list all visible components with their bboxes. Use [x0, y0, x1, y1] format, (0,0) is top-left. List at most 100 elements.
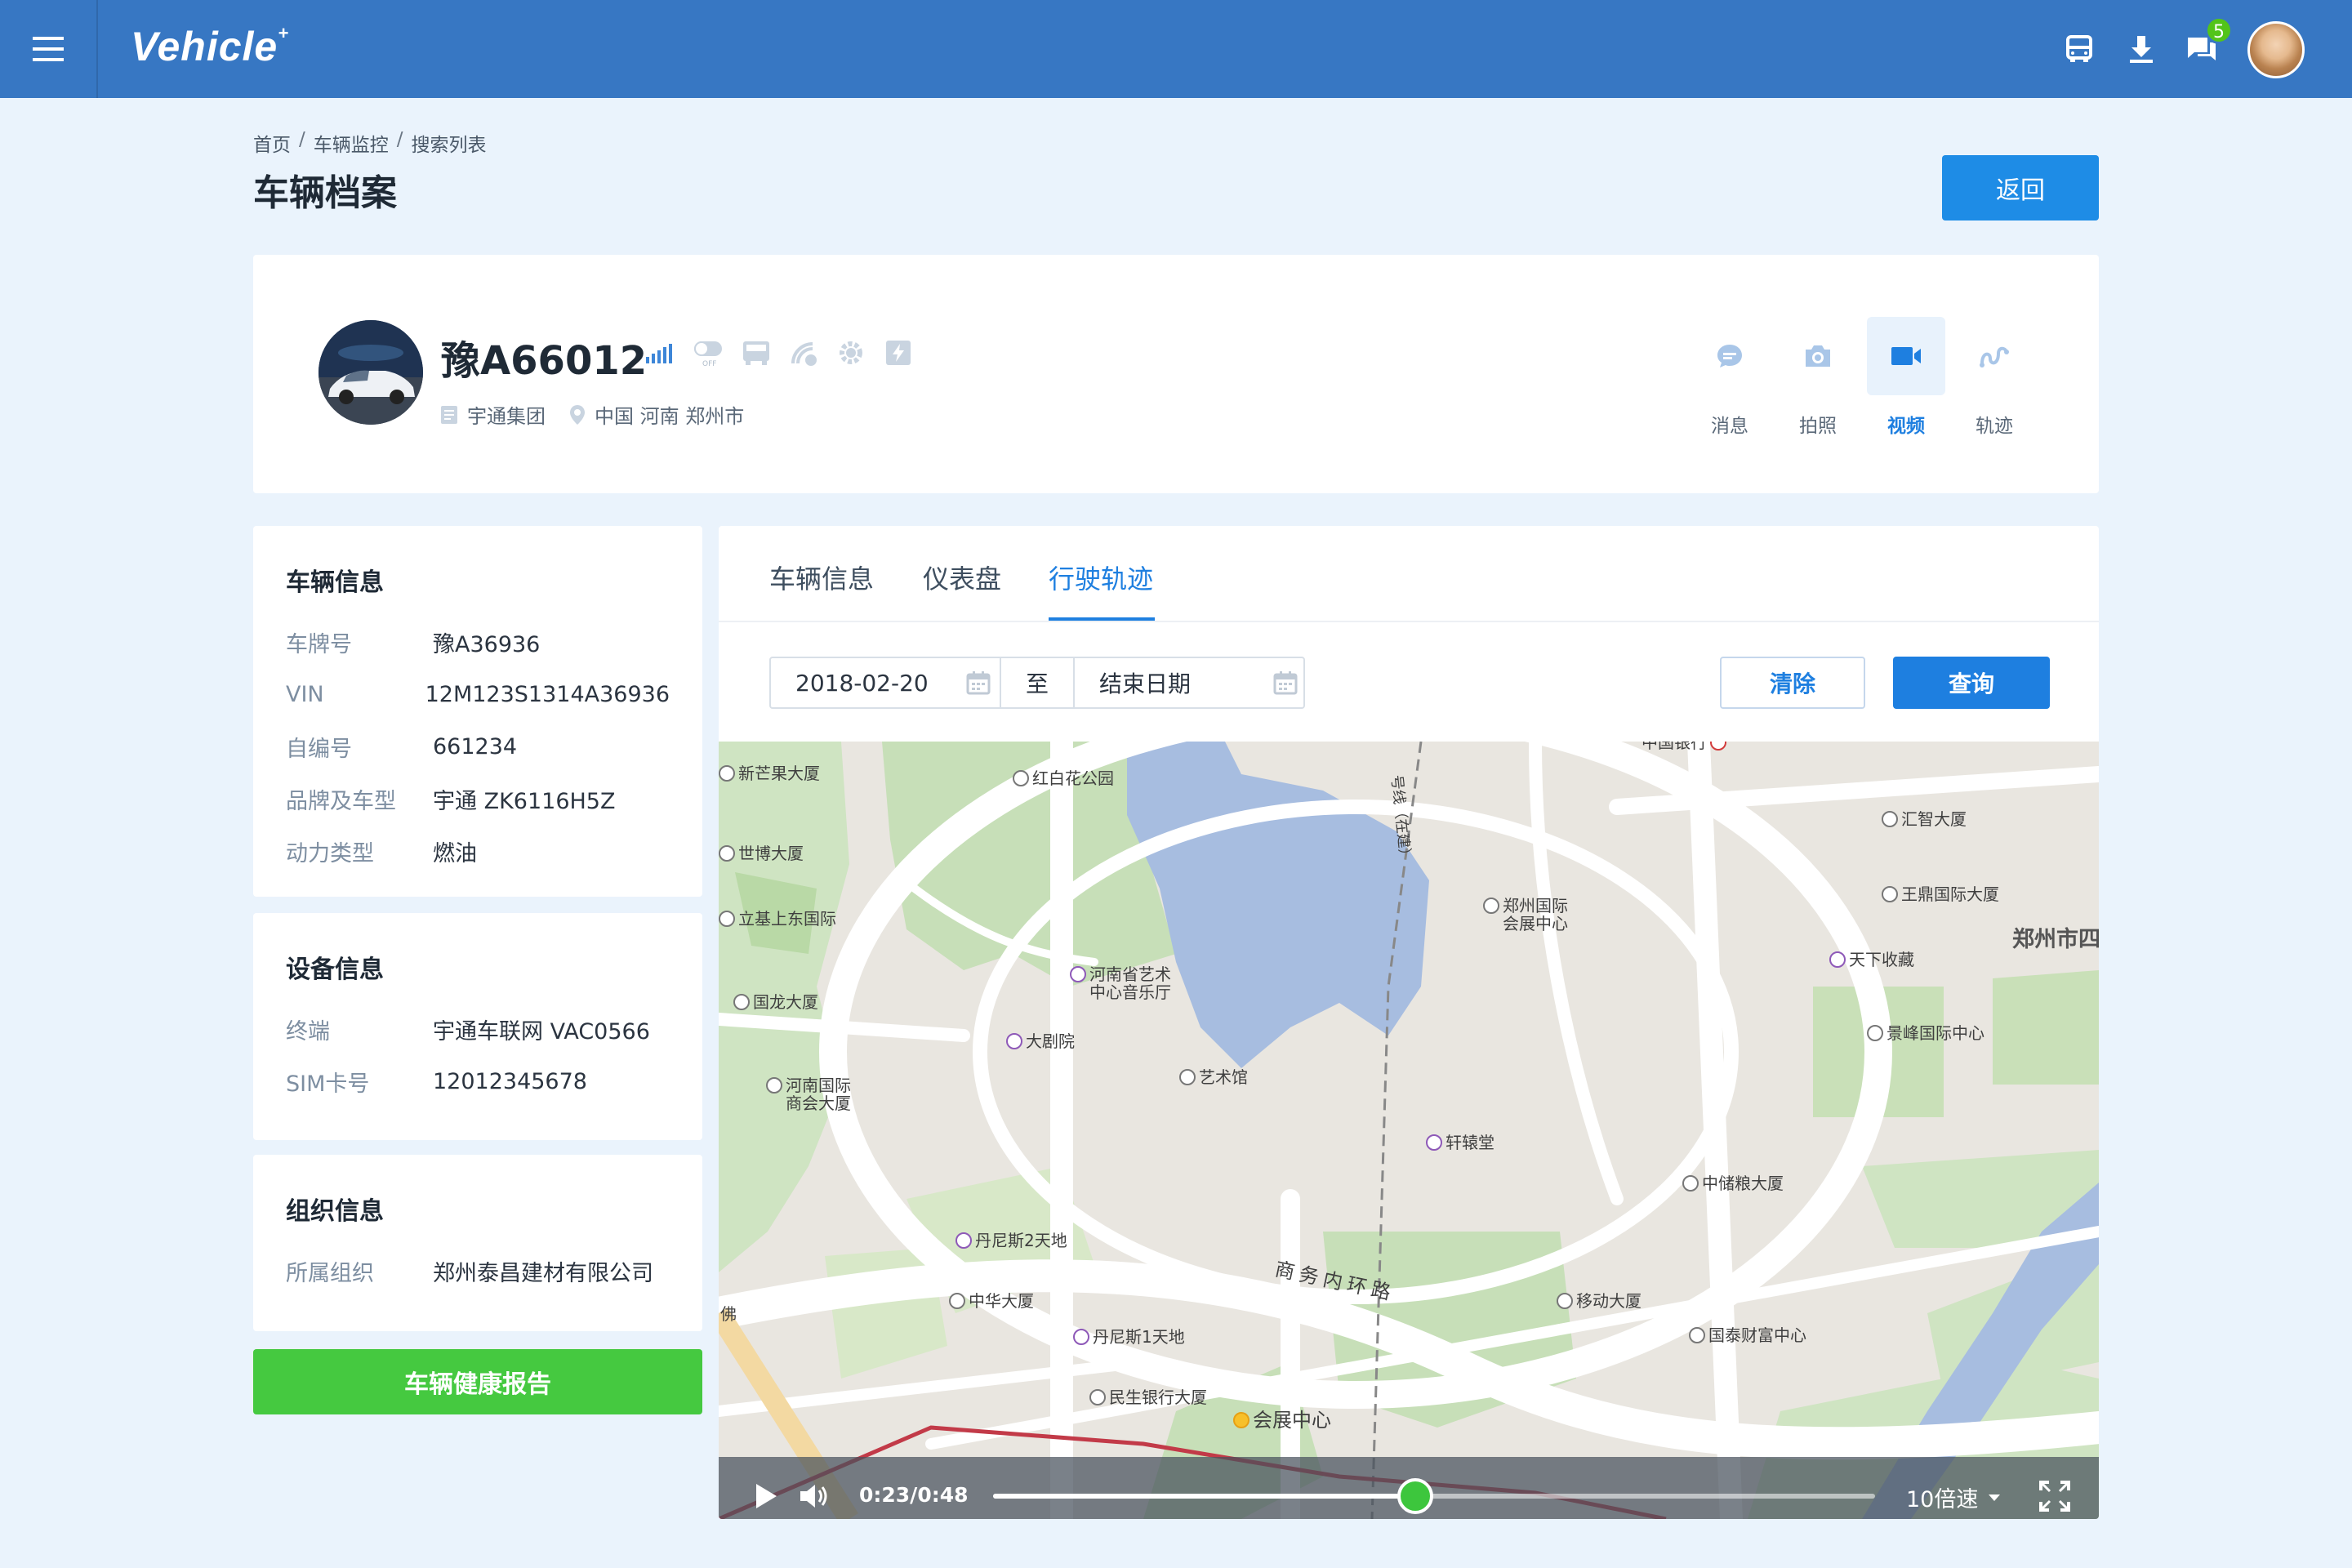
message-icon	[1717, 345, 1742, 368]
poi-label: 大剧院	[1026, 1031, 1075, 1051]
info-value: 燃油	[433, 840, 477, 866]
map-poi[interactable]: 立基上东国际	[719, 910, 836, 928]
tab-dashboard[interactable]: 仪表盘	[923, 559, 1001, 596]
map-poi[interactable]: 艺术馆	[1179, 1068, 1248, 1086]
map-poi[interactable]: 中国银行	[1642, 742, 1726, 751]
poi-icon	[1073, 1329, 1089, 1345]
vehicle-location: 中国 河南 郑州市	[595, 405, 745, 428]
vehicle-organization: 宇通集团	[467, 405, 546, 428]
video-action[interactable]: 视频	[1867, 317, 1945, 438]
poi-label: 郑州国际	[1503, 896, 1568, 915]
fullscreen-button[interactable]	[2035, 1477, 2074, 1516]
map-poi[interactable]: 丹尼斯2天地	[956, 1232, 1067, 1250]
vehicle-info-title: 车辆信息	[286, 568, 384, 597]
map-poi[interactable]: 郑州国际 会展中心	[1483, 897, 1568, 933]
map-poi[interactable]: 丹尼斯1天地	[1073, 1328, 1185, 1346]
info-row: 动力类型 燃油	[286, 825, 670, 877]
map-poi[interactable]: 汇智大厦	[1882, 810, 1967, 828]
metro-station[interactable]: 会展中心	[1233, 1409, 1331, 1432]
vehicle-meta: 宇通集团 中国 河南 郑州市	[439, 400, 744, 429]
vehicle-photo	[318, 320, 423, 425]
avatar[interactable]	[2247, 21, 2305, 78]
message-action[interactable]: 消息	[1690, 317, 1769, 438]
video-action-label: 视频	[1887, 416, 1925, 437]
trajectory-map[interactable]: 新芒果大厦 红白花公园 世博大厦 立基上东国际 郑州国际 会展中心 汇智大厦 王鼎…	[719, 742, 2099, 1519]
poi-icon	[1710, 742, 1726, 751]
info-value: 郑州泰昌建材有限公司	[433, 1260, 653, 1286]
progress-track[interactable]	[993, 1494, 1875, 1499]
poi-label: 国龙大厦	[753, 992, 818, 1012]
tab-vehicle-info[interactable]: 车辆信息	[769, 559, 874, 596]
map-poi[interactable]: 轩辕堂	[1426, 1134, 1494, 1152]
poi-label: 会展中心	[1253, 1409, 1331, 1432]
poi-icon	[733, 994, 750, 1010]
breadcrumb-vehicle-monitor[interactable]: 车辆监控	[314, 129, 389, 157]
trajectory-card: 车辆信息 仪表盘 行驶轨迹 2018-02-20 至 结束日期 清除 查询 新芒…	[719, 526, 2099, 1519]
map-poi[interactable]: 国泰财富中心	[1689, 1326, 1806, 1344]
video-player-controls: 0:23/0:48 10倍速	[719, 1457, 2099, 1519]
vehicle-info-panel: 车辆信息 车牌号 豫A36936 VIN 12M123S1314A36936 自编号…	[253, 526, 702, 897]
location-pin-icon	[570, 404, 585, 425]
poi-label: 红白花公园	[1032, 768, 1114, 788]
poi-label: 王鼎国际大厦	[1901, 884, 1999, 904]
map-poi[interactable]: 天下收藏	[1829, 951, 1914, 969]
poi-label: 郑州市四	[2012, 927, 2099, 952]
map-poi[interactable]: 大剧院	[1006, 1032, 1075, 1050]
info-row: VIN 12M123S1314A36936	[286, 668, 670, 720]
map-poi[interactable]: 国龙大厦	[733, 993, 818, 1011]
health-report-button[interactable]: 车辆健康报告	[253, 1349, 702, 1414]
progress-knob[interactable]	[1397, 1478, 1434, 1514]
map-poi[interactable]: 中华大厦	[949, 1292, 1034, 1310]
org-info-panel: 组织信息 所属组织 郑州泰昌建材有限公司	[253, 1155, 702, 1331]
back-button[interactable]: 返回	[1942, 155, 2099, 220]
map-poi[interactable]: 景峰国际中心	[1867, 1024, 1984, 1042]
breadcrumb-search-list[interactable]: 搜索列表	[412, 129, 487, 157]
poi-label: 轩辕堂	[1446, 1133, 1494, 1152]
volume-icon	[800, 1485, 827, 1508]
info-row: 所属组织 郑州泰昌建材有限公司	[286, 1245, 670, 1297]
menu-button[interactable]	[0, 0, 98, 98]
speed-selector[interactable]: 10倍速	[1906, 1481, 2001, 1513]
download-icon[interactable]	[2120, 28, 2163, 70]
clear-button[interactable]: 清除	[1720, 657, 1865, 709]
query-button[interactable]: 查询	[1893, 657, 2050, 709]
info-value: 豫A36936	[433, 631, 541, 657]
track-action[interactable]: 轨迹	[1955, 317, 2034, 438]
logo-mark: +	[278, 23, 290, 43]
map-poi[interactable]: 新芒果大厦	[719, 764, 820, 782]
device-info-title: 设备信息	[286, 956, 384, 984]
map-poi[interactable]: 世博大厦	[719, 844, 804, 862]
poi-icon	[1013, 770, 1029, 786]
page-title: 车辆档案	[253, 172, 397, 214]
info-row: 自编号 661234	[286, 720, 670, 773]
app-name: Vehicle	[131, 24, 278, 69]
photo-action[interactable]: 拍照	[1779, 317, 1857, 438]
map-poi[interactable]: 民生银行大厦	[1089, 1388, 1207, 1406]
start-date-field[interactable]: 2018-02-20	[795, 658, 996, 707]
info-row: 车牌号 豫A36936	[286, 616, 670, 668]
poi-icon	[766, 1077, 782, 1094]
map-poi[interactable]: 中储粮大厦	[1682, 1174, 1784, 1192]
vehicle-profile-card: 豫A66012 OFF 宇通集团 中国 河南 郑州市 消息 拍照 视频 轨迹	[253, 255, 2099, 493]
poi-icon	[1179, 1069, 1196, 1085]
charge-icon	[882, 336, 915, 369]
end-date-field[interactable]: 结束日期	[1099, 658, 1303, 707]
map-poi[interactable]: 河南省艺术 中心音乐厅	[1070, 965, 1171, 1001]
org-info-title: 组织信息	[286, 1197, 384, 1226]
info-label: 终端	[286, 1018, 330, 1045]
poi-icon	[719, 911, 735, 927]
map-poi[interactable]: 红白花公园	[1013, 769, 1114, 787]
volume-button[interactable]	[795, 1477, 835, 1516]
tab-trajectory[interactable]: 行驶轨迹	[1049, 559, 1153, 596]
map-poi[interactable]: 移动大厦	[1557, 1292, 1642, 1310]
map-poi[interactable]: 王鼎国际大厦	[1882, 885, 1999, 903]
map-poi[interactable]: 河南国际 商会大厦	[766, 1076, 851, 1112]
top-bar: Vehicle+ 5	[0, 0, 2352, 98]
svg-text:OFF: OFF	[702, 360, 716, 368]
bus-icon[interactable]	[2058, 28, 2100, 70]
poi-label: 新芒果大厦	[738, 764, 820, 783]
play-button[interactable]	[746, 1477, 786, 1516]
poi-label: 河南省艺术	[1089, 964, 1171, 984]
breadcrumb-home[interactable]: 首页	[253, 129, 291, 157]
poi-label: 会展中心	[1503, 914, 1568, 933]
